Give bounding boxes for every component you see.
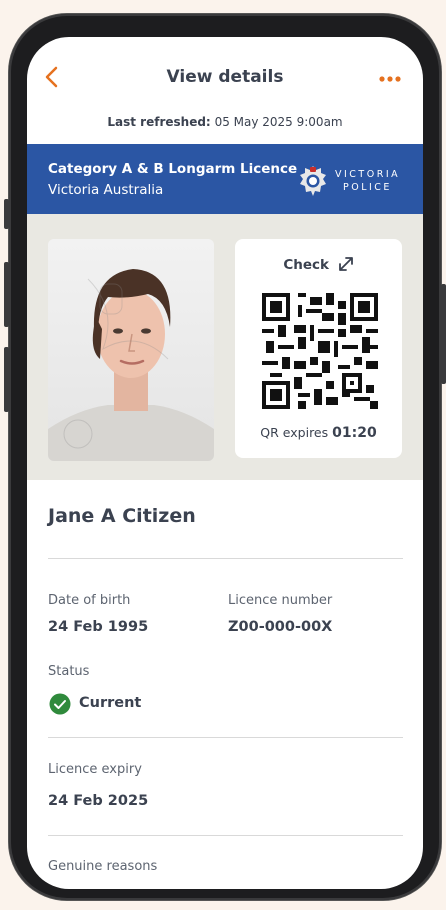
licence-jurisdiction: Victoria Australia bbox=[48, 182, 164, 198]
expand-arrow-icon[interactable] bbox=[338, 256, 354, 272]
qr-expiry-countdown: 01:20 bbox=[332, 425, 377, 441]
status-value: Current bbox=[79, 695, 142, 711]
qr-expiry: QR expires 01:20 bbox=[260, 425, 377, 441]
app-screen: View details Last refreshed: 05 May 2025… bbox=[27, 37, 423, 889]
check-link[interactable]: Check bbox=[235, 256, 402, 273]
last-refreshed-value: 05 May 2025 9:00am bbox=[214, 115, 343, 129]
licence-category: Category A & B Longarm Licence bbox=[48, 161, 298, 177]
licence-banner: Category A & B Longarm Licence Victoria … bbox=[27, 144, 423, 214]
last-refreshed: Last refreshed: 05 May 2025 9:00am bbox=[27, 115, 423, 129]
licence-expiry-label: Licence expiry bbox=[48, 762, 142, 777]
phone-side-button bbox=[4, 199, 9, 229]
portrait-image bbox=[48, 239, 214, 461]
top-bar: View details bbox=[27, 37, 423, 117]
last-refreshed-label: Last refreshed: bbox=[107, 115, 211, 129]
check-circle-icon bbox=[49, 693, 71, 715]
genuine-reasons-label: Genuine reasons bbox=[48, 859, 158, 874]
licence-expiry-value: 24 Feb 2025 bbox=[48, 793, 149, 809]
licence-holder-photo bbox=[48, 239, 214, 461]
licence-number-label: Licence number bbox=[228, 593, 333, 608]
phone-volume-up-button bbox=[4, 262, 9, 327]
victoria-police-badge-icon bbox=[300, 166, 326, 196]
dob-label: Date of birth bbox=[48, 593, 131, 608]
divider bbox=[48, 835, 403, 836]
divider bbox=[48, 737, 403, 738]
phone-power-button bbox=[441, 284, 446, 384]
qr-code[interactable] bbox=[262, 293, 378, 409]
more-horizontal-icon[interactable] bbox=[379, 75, 401, 83]
page-title: View details bbox=[166, 67, 284, 87]
licence-number-value: Z00-000-00X bbox=[228, 619, 333, 635]
dob-value: 24 Feb 1995 bbox=[48, 619, 149, 635]
divider bbox=[48, 558, 403, 559]
licence-media-section: Check QR expires 01:20 bbox=[27, 214, 423, 480]
victoria-police-wordmark: VICTORIA POLICE bbox=[335, 169, 401, 193]
status-label: Status bbox=[48, 664, 90, 679]
qr-check-card: Check QR expires 01:20 bbox=[235, 239, 402, 458]
licence-holder-name: Jane A Citizen bbox=[48, 505, 196, 527]
phone-volume-down-button bbox=[4, 347, 9, 412]
